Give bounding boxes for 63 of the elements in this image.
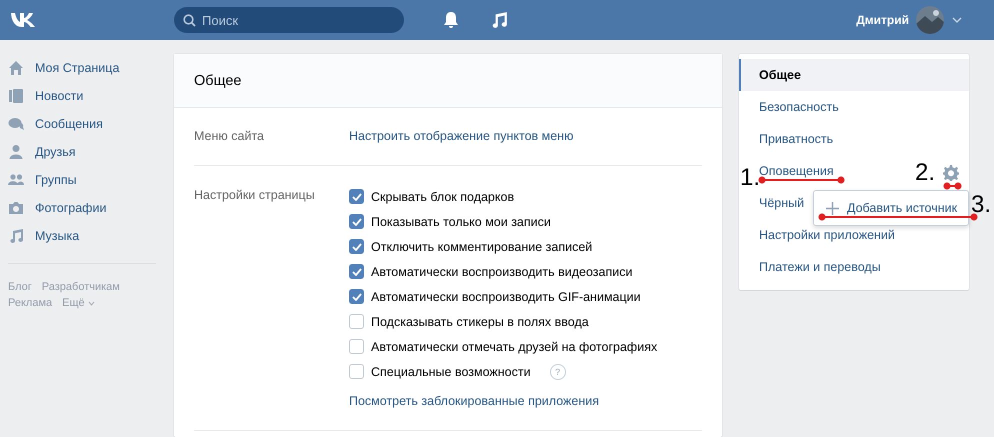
- setting-label: Меню сайта: [194, 129, 265, 143]
- checkbox[interactable]: [349, 189, 364, 204]
- newspaper-icon: [8, 88, 24, 104]
- checkmark-icon: [352, 218, 362, 226]
- settings-link[interactable]: Настроить отображение пунктов меню: [349, 129, 574, 143]
- sidebar-item[interactable]: Музыка: [8, 222, 156, 250]
- music-note-icon[interactable]: [490, 11, 508, 29]
- checkbox-label[interactable]: Специальные возможности: [371, 364, 531, 378]
- checkmark-icon: [352, 268, 362, 276]
- checkbox-label[interactable]: Автоматически отмечать друзей на фотографиях: [371, 340, 658, 354]
- annotation-number: 2.: [915, 161, 936, 185]
- menu-item[interactable]: Безопасность: [759, 100, 839, 114]
- card-title: Общее: [174, 54, 722, 108]
- add-source-menu-item[interactable]: Добавить источник: [826, 201, 958, 215]
- annotation-number: 3.: [971, 193, 992, 217]
- people-icon: [8, 172, 24, 188]
- checkbox-label[interactable]: Автоматически воспроизводить GIF-анимации: [371, 290, 641, 304]
- checkbox[interactable]: [349, 289, 364, 304]
- menu-item[interactable]: Чёрный: [759, 196, 804, 210]
- sidebar-item[interactable]: Моя Страница: [8, 54, 156, 82]
- checkbox-label[interactable]: Показывать только мои записи: [371, 214, 551, 228]
- checkbox[interactable]: [349, 264, 364, 279]
- annotation-underline: [943, 182, 962, 190]
- sidebar-item[interactable]: Фотографии: [8, 194, 156, 222]
- sidebar-item[interactable]: Друзья: [8, 138, 156, 166]
- search-field[interactable]: Поиск: [174, 7, 404, 33]
- menu-item[interactable]: Платежи и переводы: [759, 260, 881, 274]
- bell-icon[interactable]: [442, 11, 460, 29]
- logo-icon[interactable]: [10, 12, 37, 28]
- annotation-number: 1.: [740, 166, 760, 190]
- music-note-icon: [8, 228, 24, 244]
- checkmark-icon: [352, 192, 362, 200]
- checkbox[interactable]: [349, 239, 364, 254]
- menu-item[interactable]: Оповещения: [759, 164, 834, 178]
- gear-icon[interactable]: [943, 165, 959, 181]
- settings-link[interactable]: Посмотреть заблокированные приложения: [349, 394, 658, 408]
- checkbox-label[interactable]: Автоматически воспроизводить видеозаписи: [371, 264, 632, 278]
- checkbox[interactable]: [349, 339, 364, 354]
- user-name[interactable]: Дмитрий: [856, 13, 909, 27]
- setting-label: Настройки страницы: [194, 187, 316, 204]
- person-icon: [8, 144, 24, 160]
- menu-item[interactable]: Настройки приложений: [759, 228, 895, 242]
- checkbox[interactable]: [349, 364, 364, 379]
- checkmark-icon: [352, 242, 362, 250]
- plus-icon: [826, 202, 839, 214]
- checkbox-label[interactable]: Отключить комментирование записей: [371, 240, 592, 254]
- sidebar-item[interactable]: Сообщения: [8, 110, 156, 138]
- menu-item[interactable]: Приватность: [759, 132, 834, 146]
- house-icon: [8, 60, 24, 76]
- camera-icon: [8, 200, 24, 216]
- chat-bubble-icon: [8, 116, 24, 132]
- checkbox-label[interactable]: Подсказывать стикеры в полях ввода: [371, 314, 589, 328]
- chevron-down-icon: [88, 300, 95, 306]
- checkmark-icon: [352, 292, 362, 300]
- avatar[interactable]: [916, 6, 944, 34]
- menu-item[interactable]: Общее: [759, 68, 801, 82]
- search-icon: [183, 14, 196, 27]
- sidebar-item[interactable]: Группы: [8, 166, 156, 194]
- checkbox[interactable]: [349, 314, 364, 329]
- sidebar-item[interactable]: Новости: [8, 82, 156, 110]
- checkbox[interactable]: [349, 214, 364, 229]
- checkbox-label[interactable]: Скрывать блок подарков: [371, 190, 514, 204]
- chevron-down-icon[interactable]: [952, 17, 962, 23]
